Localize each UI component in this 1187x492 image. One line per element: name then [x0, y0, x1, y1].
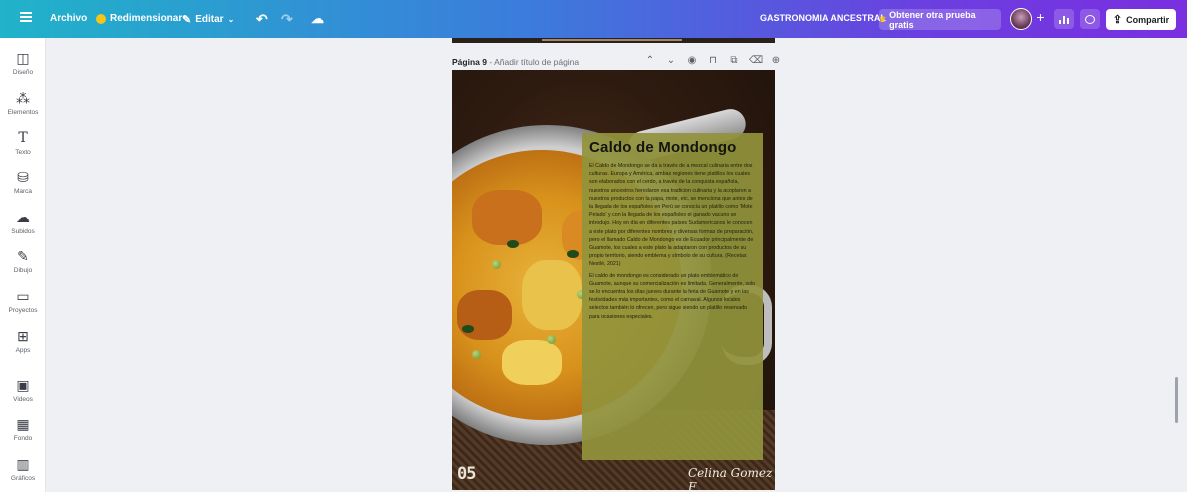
sidebar-label: Elementos — [7, 109, 39, 116]
top-bar: Archivo Redimensionar ✎ Editar ⌄ ↶ ↷ ☁ G… — [0, 0, 1187, 38]
share-icon: ⇪ — [1112, 14, 1123, 26]
chevron-down-icon: ⌄ — [227, 15, 235, 24]
layout-icon: ◫ — [16, 50, 30, 66]
editar-label: Editar — [195, 14, 224, 25]
pencil-icon: ✎ — [182, 14, 192, 26]
sidebar-item-fondo[interactable]: ▦ Fondo — [0, 416, 46, 442]
redo-icon[interactable]: ↷ — [281, 11, 293, 28]
sidebar-label: Videos — [13, 396, 33, 403]
sidebar-label: Dibujo — [13, 267, 33, 274]
cloud-sync-icon[interactable]: ☁ — [311, 11, 324, 27]
design-page[interactable]: Caldo de Mondongo El Caldo de Mondongo s… — [452, 70, 775, 490]
lock-icon[interactable]: ⊓ — [707, 55, 719, 66]
apps-icon: ⊞ — [17, 328, 29, 344]
add-page-icon[interactable]: ⊕ — [770, 55, 782, 66]
page-number[interactable]: 05 — [457, 464, 477, 484]
page-title-input[interactable]: Añadir título de página — [494, 57, 579, 67]
previous-page-preview[interactable] — [452, 38, 775, 43]
sidebar-label: Apps — [15, 347, 31, 354]
stats-icon[interactable] — [1054, 9, 1074, 29]
elements-icon: ⁂ — [16, 90, 30, 106]
share-button[interactable]: ⇪ Compartir — [1106, 9, 1176, 30]
page-tools: ⌃ ⌄ ◉ ⊓ ⧉ ⌫ ⊕ — [644, 55, 782, 66]
add-collaborator-icon[interactable]: + — [1033, 9, 1048, 29]
sidebar-item-subidos[interactable]: ☁ Subidos — [0, 209, 46, 235]
recipe-heading[interactable]: Caldo de Mondongo — [589, 139, 756, 156]
chevron-up-icon[interactable]: ⌃ — [644, 55, 656, 66]
document-title[interactable]: GASTRONOMIA ANCESTRAL — [760, 13, 886, 23]
menu-icon[interactable] — [20, 12, 32, 22]
recipe-paragraph-1[interactable]: El Caldo de Mondongo se da a través de a… — [589, 162, 756, 269]
sidebar-item-apps[interactable]: ⊞ Apps — [0, 328, 46, 354]
crown-icon — [96, 13, 106, 24]
avatar[interactable] — [1010, 8, 1032, 30]
upload-icon: ☁ — [16, 209, 30, 225]
undo-icon[interactable]: ↶ — [256, 11, 268, 28]
folder-icon: ▭ — [16, 288, 30, 304]
brand-icon: ⛁ — [17, 169, 29, 185]
sidebar-label: Marca — [13, 188, 33, 195]
page-number-label: Página 9 — [452, 57, 487, 67]
sidebar-item-marca[interactable]: ⛁ Marca — [0, 169, 46, 195]
sidebar-item-graficos[interactable]: ▥ Gráficos — [0, 456, 46, 482]
trash-icon[interactable]: ⌫ — [749, 55, 763, 66]
duplicate-icon[interactable]: ⧉ — [728, 55, 740, 66]
sidebar-label: Subidos — [11, 228, 35, 235]
background-icon: ▦ — [16, 416, 30, 432]
draw-icon: ✎ — [17, 248, 29, 264]
sidebar-item-proyectos[interactable]: ▭ Proyectos — [0, 288, 46, 314]
free-trial-button[interactable]: ♛ Obtener otra prueba gratis — [879, 9, 1001, 30]
eye-icon[interactable]: ◉ — [686, 55, 698, 66]
text-panel[interactable]: Caldo de Mondongo El Caldo de Mondongo s… — [582, 133, 763, 460]
chevron-down-icon[interactable]: ⌄ — [665, 55, 677, 66]
sidebar-item-videos[interactable]: ▣ Videos — [0, 377, 46, 403]
page-header: Página 9 - Añadir título de página — [452, 57, 580, 67]
signature[interactable]: Celina Gomez F — [688, 466, 775, 490]
text-icon: T — [18, 130, 28, 146]
crown-icon: ♛ — [879, 15, 887, 24]
sidebar-item-texto[interactable]: T Texto — [0, 130, 46, 156]
sidebar-label: Diseño — [12, 69, 34, 76]
share-label: Compartir — [1126, 14, 1170, 25]
free-trial-label: Obtener otra prueba gratis — [889, 9, 976, 30]
editar-menu[interactable]: ✎ Editar ⌄ — [182, 13, 234, 26]
sidebar-label: Proyectos — [8, 307, 38, 314]
sidebar-item-elementos[interactable]: ⁂ Elementos — [0, 90, 46, 116]
sidebar: ◫ Diseño ⁂ Elementos T Texto ⛁ Marca ☁ S… — [0, 38, 46, 492]
sidebar-label: Gráficos — [10, 475, 36, 482]
video-icon: ▣ — [16, 377, 30, 393]
sidebar-label: Texto — [15, 149, 31, 156]
comment-icon[interactable] — [1080, 9, 1100, 29]
charts-icon: ▥ — [16, 456, 30, 472]
redimensionar-button[interactable]: Redimensionar — [96, 13, 182, 24]
sidebar-item-dibujo[interactable]: ✎ Dibujo — [0, 248, 46, 274]
archivo-menu[interactable]: Archivo — [50, 13, 87, 24]
redimensionar-label: Redimensionar — [110, 13, 183, 24]
recipe-paragraph-2[interactable]: El caldo de mondongo es considerado un p… — [589, 272, 756, 321]
sidebar-label: Fondo — [13, 435, 33, 442]
sidebar-item-diseno[interactable]: ◫ Diseño — [0, 50, 46, 76]
scrollbar[interactable] — [1175, 377, 1178, 423]
